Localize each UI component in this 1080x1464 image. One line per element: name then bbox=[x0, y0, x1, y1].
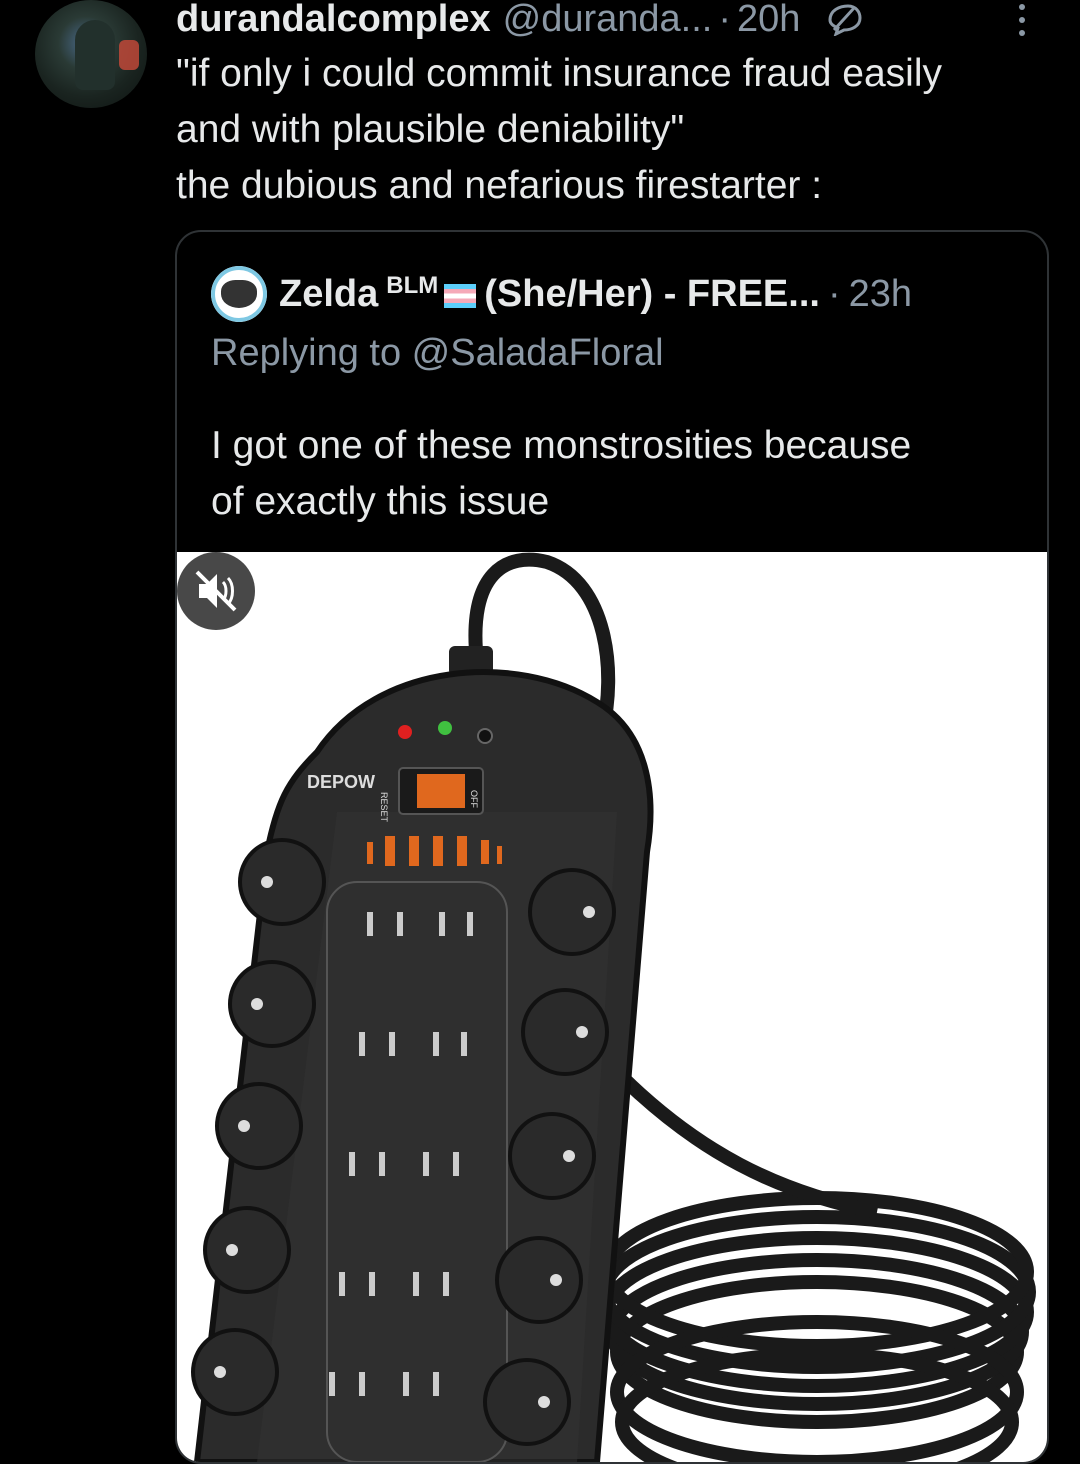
tweet-text-line: "if only i could commit insurance fraud … bbox=[176, 52, 943, 95]
power-strip-illustration: DEPOW RESET OFF bbox=[191, 552, 1036, 1462]
quoted-time[interactable]: 23h bbox=[849, 273, 912, 316]
reply-icon[interactable] bbox=[824, 2, 864, 36]
replying-to[interactable]: Replying to @SaladaFloral bbox=[211, 332, 664, 375]
tweet-text: "if only i could commit insurance fraud … bbox=[176, 46, 1056, 214]
header-separator: · bbox=[718, 0, 732, 40]
quoted-header: Zelda BLM (She/Her) - FREE... · 23h bbox=[211, 266, 912, 322]
quoted-text-line: I got one of these monstrosities because bbox=[211, 424, 912, 467]
quoted-avatar[interactable] bbox=[211, 266, 267, 322]
blm-badge: BLM bbox=[386, 272, 439, 299]
power-strip-image[interactable]: DEPOW RESET OFF bbox=[177, 552, 1047, 1462]
author-handle[interactable]: @duranda... bbox=[503, 0, 713, 41]
trans-flag-icon bbox=[444, 284, 477, 308]
quoted-text: I got one of these monstrosities because… bbox=[211, 418, 1021, 530]
brand-label: DEPOW bbox=[307, 772, 375, 792]
quoted-text-line: of exactly this issue bbox=[211, 480, 550, 523]
switch-reset-label: RESET bbox=[379, 792, 389, 823]
quoted-tweet[interactable]: Zelda BLM (She/Her) - FREE... · 23h Repl… bbox=[175, 230, 1049, 1464]
quoted-separator: · bbox=[827, 272, 841, 315]
switch-off-label: OFF bbox=[469, 790, 479, 808]
quoted-name[interactable]: Zelda bbox=[279, 273, 378, 316]
speaker-muted-icon[interactable] bbox=[177, 552, 255, 630]
tweet-text-line: the dubious and nefarious firestarter : bbox=[176, 164, 823, 207]
author-username[interactable]: durandalcomplex bbox=[176, 0, 491, 41]
more-vertical-icon[interactable] bbox=[1012, 2, 1032, 38]
tweet-header: durandalcomplex @duranda... · 20h bbox=[176, 0, 864, 44]
tweet-text-line: and with plausible deniability" bbox=[176, 108, 685, 151]
quoted-pronouns[interactable]: (She/Her) - FREE... bbox=[484, 273, 820, 316]
author-avatar[interactable] bbox=[35, 0, 147, 108]
tweet-time[interactable]: 20h bbox=[737, 0, 800, 41]
